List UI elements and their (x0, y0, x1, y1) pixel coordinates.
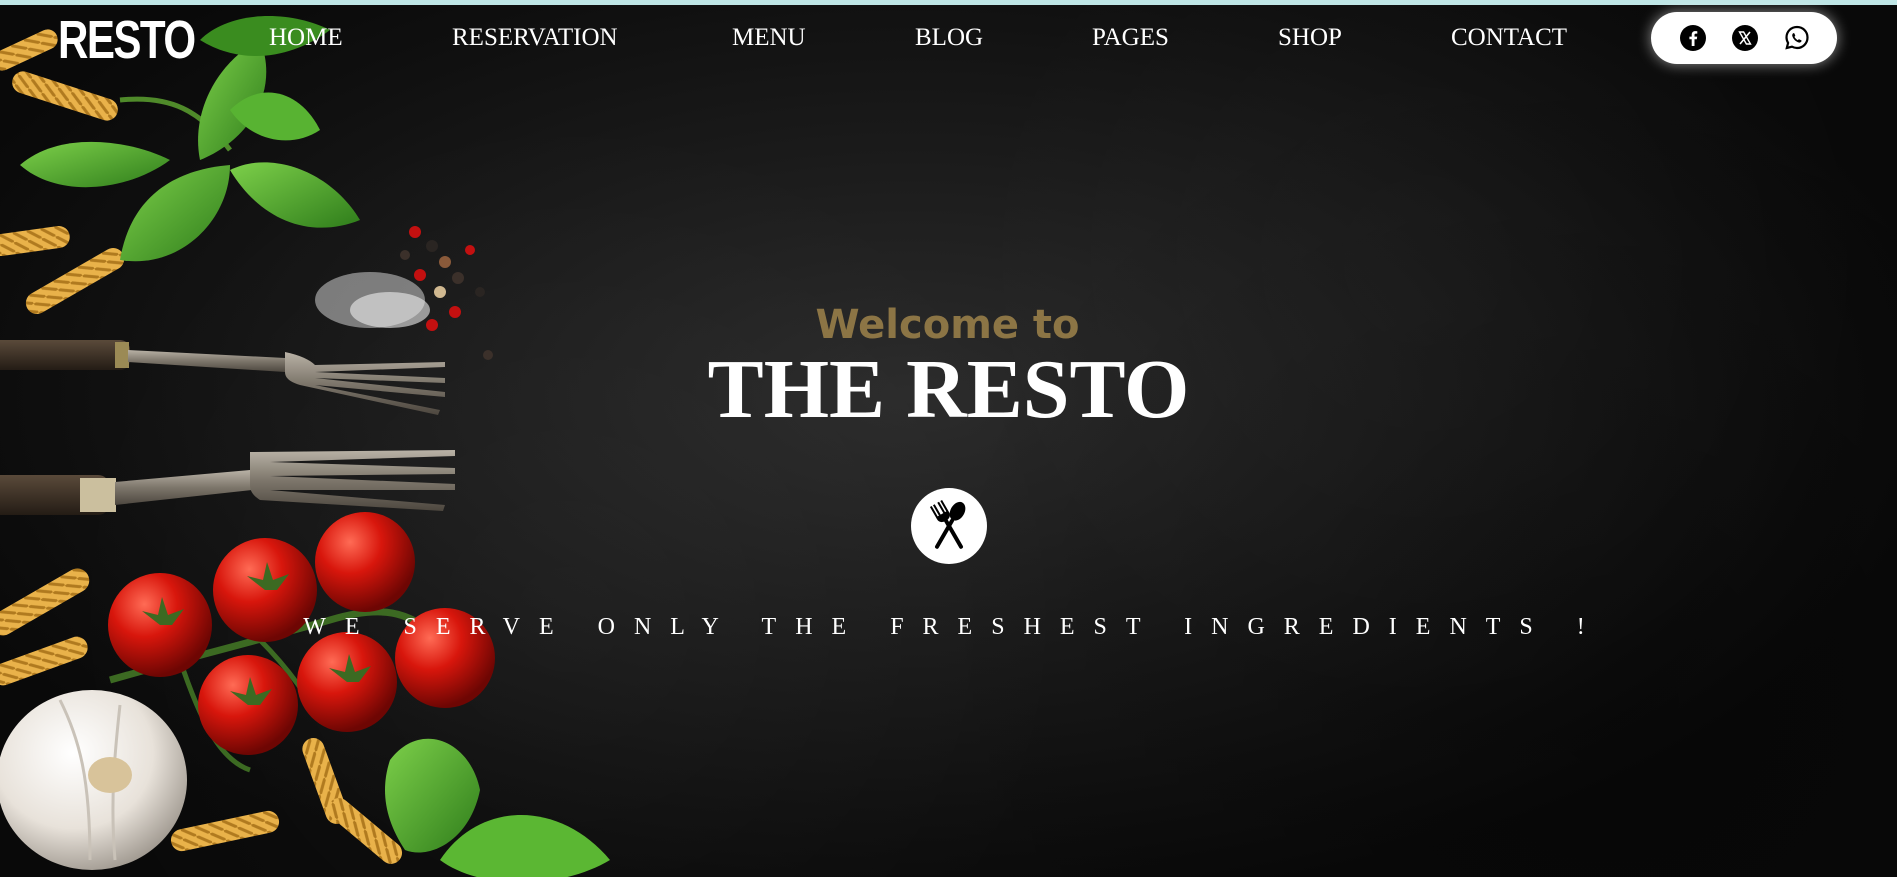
facebook-icon[interactable] (1679, 24, 1707, 52)
nav-menu[interactable]: MENU (732, 18, 806, 58)
fork-spoon-icon (911, 488, 987, 564)
nav-reservation[interactable]: RESERVATION (452, 18, 618, 58)
hero-tagline: WE SERVE ONLY THE FRESHEST INGREDIENTS ! (303, 614, 1604, 640)
nav-blog[interactable]: BLOG (915, 18, 983, 58)
nav-contact[interactable]: CONTACT (1451, 18, 1567, 58)
main-navigation: HOME RESERVATION MENU BLOG PAGES SHOP CO… (0, 18, 1897, 58)
fork-lower (0, 450, 455, 515)
basil-bottom (385, 738, 610, 877)
social-links (1651, 12, 1837, 64)
whatsapp-icon[interactable] (1783, 24, 1811, 52)
garlic (0, 690, 187, 870)
x-twitter-icon[interactable] (1731, 24, 1759, 52)
hero-title: THE RESTO (707, 343, 1190, 436)
nav-home[interactable]: HOME (269, 18, 343, 58)
nav-shop[interactable]: SHOP (1278, 18, 1342, 58)
food-background-illustration (0, 16, 610, 877)
page: RESTO HOME RESERVATION MENU BLOG PAGES S… (0, 0, 1897, 877)
nav-pages[interactable]: PAGES (1092, 18, 1169, 58)
